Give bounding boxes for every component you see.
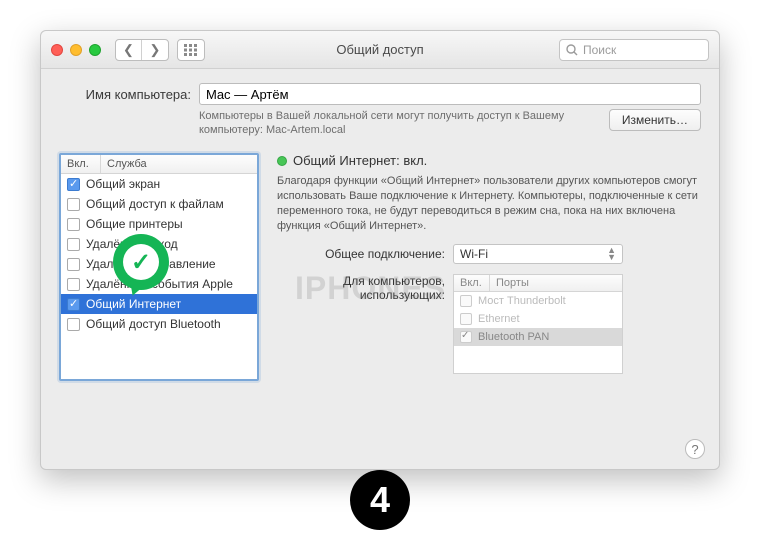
service-row[interactable]: Удалённые события Apple [61, 274, 257, 294]
back-button[interactable]: ❮ [116, 40, 142, 60]
services-header-name: Служба [101, 155, 153, 173]
edit-hostname-button[interactable]: Изменить… [609, 109, 701, 131]
service-row[interactable]: Удалённый вход [61, 234, 257, 254]
window-body: Имя компьютера: Компьютеры в Вашей локал… [41, 69, 719, 469]
port-row[interactable]: Ethernet [454, 310, 622, 328]
forward-button[interactable]: ❯ [142, 40, 168, 60]
port-label: Ethernet [478, 313, 520, 325]
share-from-label: Общее подключение: [277, 247, 445, 261]
search-icon [566, 44, 578, 56]
service-checkbox[interactable] [67, 198, 80, 211]
port-checkbox[interactable] [460, 331, 472, 343]
service-checkbox[interactable] [67, 298, 80, 311]
service-label: Общий экран [86, 177, 160, 191]
preferences-window: ❮ ❯ Общий доступ Поиск Имя компьютера: [40, 30, 720, 470]
service-checkbox[interactable] [67, 318, 80, 331]
titlebar: ❮ ❯ Общий доступ Поиск [41, 31, 719, 69]
status-row: Общий Интернет: вкл. [277, 153, 701, 168]
close-icon[interactable] [51, 44, 63, 56]
port-row[interactable]: Мост Thunderbolt [454, 292, 622, 310]
service-label: Общий доступ Bluetooth [86, 317, 221, 331]
port-row[interactable]: Bluetooth PAN [454, 328, 622, 346]
port-label: Мост Thunderbolt [478, 295, 566, 307]
port-checkbox[interactable] [460, 313, 472, 325]
service-checkbox[interactable] [67, 178, 80, 191]
service-checkbox[interactable] [67, 238, 80, 251]
window-controls [51, 44, 101, 56]
service-label: Общие принтеры [86, 217, 183, 231]
service-label: Общий Интернет [86, 297, 181, 311]
service-row[interactable]: Общий доступ Bluetooth [61, 314, 257, 334]
help-button[interactable]: ? [685, 439, 705, 459]
step-number-badge: 4 [350, 470, 410, 530]
detail-pane: Общий Интернет: вкл. Благодаря функции «… [277, 153, 701, 384]
show-all-button[interactable] [177, 39, 205, 61]
status-dot-icon [277, 156, 287, 166]
service-checkbox[interactable] [67, 278, 80, 291]
service-row[interactable]: Общий Интернет [61, 294, 257, 314]
ports-header-name: Порты [490, 275, 535, 291]
nav-segment: ❮ ❯ [115, 39, 169, 61]
services-table[interactable]: Вкл. Служба Общий экран Общий доступ к фа… [59, 153, 259, 381]
computer-name-label: Имя компьютера: [59, 87, 191, 102]
ports-header: Вкл. Порты [454, 275, 622, 292]
share-from-value: Wi-Fi [460, 247, 488, 261]
share-from-select[interactable]: Wi-Fi ▲▼ [453, 244, 623, 264]
grid-icon [184, 44, 198, 56]
services-header-on: Вкл. [61, 155, 101, 173]
service-row[interactable]: Общий экран [61, 174, 257, 194]
service-label: Удалённое управление [86, 257, 216, 271]
port-checkbox[interactable] [460, 295, 472, 307]
computer-name-input[interactable] [199, 83, 701, 105]
search-placeholder: Поиск [583, 43, 616, 57]
service-row[interactable]: Общие принтеры [61, 214, 257, 234]
zoom-icon[interactable] [89, 44, 101, 56]
service-label: Удалённый вход [86, 237, 178, 251]
search-field[interactable]: Поиск [559, 39, 709, 61]
status-label: Общий Интернет: вкл. [293, 153, 427, 168]
service-label: Удалённые события Apple [86, 277, 233, 291]
detail-description: Благодаря функции «Общий Интернет» польз… [277, 174, 701, 234]
service-row[interactable]: Общий доступ к файлам [61, 194, 257, 214]
service-row[interactable]: Удалённое управление [61, 254, 257, 274]
services-header: Вкл. Служба [61, 155, 257, 174]
chevron-updown-icon: ▲▼ [607, 247, 616, 261]
port-label: Bluetooth PAN [478, 331, 549, 343]
service-label: Общий доступ к файлам [86, 197, 224, 211]
service-checkbox[interactable] [67, 218, 80, 231]
service-checkbox[interactable] [67, 258, 80, 271]
ports-header-on: Вкл. [454, 275, 490, 291]
computer-name-description: Компьютеры в Вашей локальной сети могут … [199, 109, 597, 137]
minimize-icon[interactable] [70, 44, 82, 56]
to-computers-label: Для компьютеров, использующих: [277, 274, 445, 302]
ports-table[interactable]: Вкл. Порты Мост Thunderbolt Ethernet Bluet… [453, 274, 623, 374]
